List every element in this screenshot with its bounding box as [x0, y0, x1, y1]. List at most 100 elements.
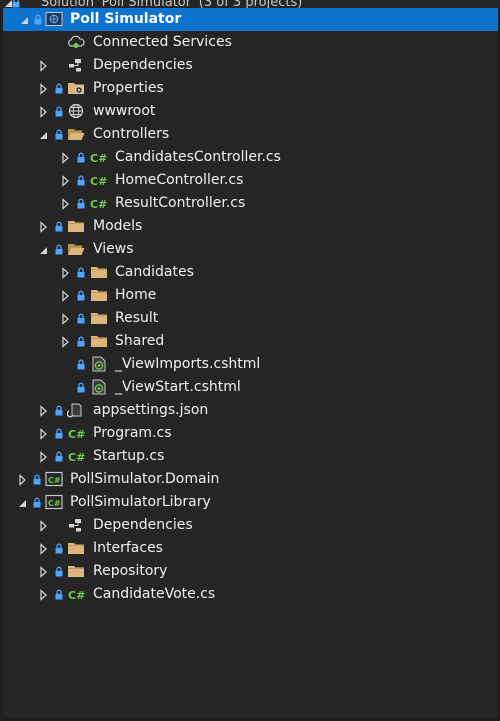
tree-item-candidate-vote[interactable]: CandidateVote.cs [3, 583, 498, 606]
tree-item-home-folder[interactable]: Home [3, 284, 498, 307]
collapse-arrow-icon[interactable] [37, 244, 49, 256]
lock-icon [77, 336, 85, 347]
expand-arrow-icon[interactable] [37, 60, 49, 72]
folder-icon [90, 287, 108, 303]
folder-icon [90, 264, 108, 280]
expand-arrow-icon[interactable] [59, 175, 71, 187]
expand-arrow-icon[interactable] [59, 336, 71, 348]
expand-arrow-icon[interactable] [59, 290, 71, 302]
tree-item-view-imports[interactable]: _ViewImports.cshtml [3, 353, 498, 376]
tree-item-label: Result [115, 310, 159, 326]
csharp-file-icon [68, 586, 86, 602]
csharp-file-icon [90, 195, 108, 211]
lock-icon [55, 543, 63, 554]
tree-item-library-dependencies[interactable]: Dependencies [3, 514, 498, 537]
tree-item-label: Candidates [115, 264, 194, 280]
expand-arrow-icon[interactable] [37, 589, 49, 601]
tree-item-label: Views [93, 241, 134, 257]
tree-item-program[interactable]: Program.cs [3, 422, 498, 445]
tree-item-label: CandidatesController.cs [115, 149, 281, 165]
csharp-file-icon [68, 425, 86, 441]
tree-item-candidates-folder[interactable]: Candidates [3, 261, 498, 284]
expand-arrow-icon[interactable] [37, 520, 49, 532]
tree-item-result-folder[interactable]: Result [3, 307, 498, 330]
open-folder-icon [67, 126, 85, 142]
lock-icon [55, 221, 63, 232]
dependencies-icon [67, 517, 85, 533]
collapse-arrow-icon[interactable] [18, 14, 30, 26]
tree-item-startup[interactable]: Startup.cs [3, 445, 498, 468]
tree-item-repository[interactable]: Repository [3, 560, 498, 583]
expand-arrow-icon[interactable] [37, 428, 49, 440]
lock-icon [77, 198, 85, 209]
tree-item-dependencies[interactable]: Dependencies [3, 54, 498, 77]
folder-icon [67, 540, 85, 556]
folder-icon [67, 218, 85, 234]
expand-arrow-icon[interactable] [37, 451, 49, 463]
tree-item-domain-project[interactable]: PollSimulator.Domain [3, 468, 498, 491]
tree-item-label: Controllers [93, 126, 170, 142]
expand-arrow-icon[interactable] [16, 474, 28, 486]
tree-item-models[interactable]: Models [3, 215, 498, 238]
expand-arrow-icon[interactable] [37, 405, 49, 417]
tree-item-controllers[interactable]: Controllers [3, 123, 498, 146]
csharp-file-icon [90, 172, 108, 188]
lock-icon [55, 428, 63, 439]
tree-item-label: Repository [93, 563, 168, 579]
collapse-arrow-icon[interactable] [16, 497, 28, 509]
expand-arrow-icon[interactable] [37, 566, 49, 578]
tree-item-label: wwwroot [93, 103, 156, 119]
tree-item-poll-simulator[interactable]: Poll Simulator [3, 8, 498, 31]
expand-arrow-icon[interactable] [59, 313, 71, 325]
tree-item-properties[interactable]: Properties [3, 77, 498, 100]
tree-item-label: PollSimulator.Domain [70, 471, 220, 487]
tree-item-library-project[interactable]: PollSimulatorLibrary [3, 491, 498, 514]
open-folder-icon [67, 241, 85, 257]
tree-item-appsettings[interactable]: appsettings.json [3, 399, 498, 422]
tree-item-view-start[interactable]: _ViewStart.cshtml [3, 376, 498, 399]
collapse-arrow-icon[interactable] [37, 129, 49, 141]
tree-item-views[interactable]: Views [3, 238, 498, 261]
lock-icon [33, 497, 41, 508]
lock-icon [55, 83, 63, 94]
expand-arrow-icon[interactable] [37, 543, 49, 555]
tree-item-label: PollSimulatorLibrary [70, 494, 211, 510]
lock-icon [77, 382, 85, 393]
tree-item-interfaces[interactable]: Interfaces [3, 537, 498, 560]
tree-item-result-controller[interactable]: ResultController.cs [3, 192, 498, 215]
tree-item-label: Program.cs [93, 425, 172, 441]
tree-item-label: Dependencies [93, 57, 193, 73]
csharp-project-icon [45, 494, 63, 510]
tree-item-label: ResultController.cs [115, 195, 246, 211]
expand-arrow-icon[interactable] [59, 267, 71, 279]
razor-file-icon [90, 379, 108, 395]
csharp-file-icon [90, 149, 108, 165]
lock-icon [55, 451, 63, 462]
expand-arrow-icon[interactable] [37, 83, 49, 95]
expand-arrow-icon[interactable] [59, 152, 71, 164]
expand-arrow-icon[interactable] [37, 106, 49, 118]
json-settings-icon [67, 402, 85, 418]
lock-icon [77, 152, 85, 163]
tree-item-shared-folder[interactable]: Shared [3, 330, 498, 353]
lock-icon [77, 290, 85, 301]
tree-item-label: Poll Simulator [70, 11, 182, 27]
web-project-icon [45, 11, 63, 27]
tree-item-label: HomeController.cs [115, 172, 244, 188]
tree-item-home-controller[interactable]: HomeController.cs [3, 169, 498, 192]
tree-item-label: Properties [93, 80, 164, 96]
dependencies-icon [67, 57, 85, 73]
expand-arrow-icon[interactable] [59, 198, 71, 210]
folder-icon [90, 310, 108, 326]
lock-icon [55, 244, 63, 255]
expand-arrow-icon[interactable] [37, 221, 49, 233]
csharp-file-icon [68, 448, 86, 464]
tree-item-candidates-controller[interactable]: CandidatesController.cs [3, 146, 498, 169]
tree-item-connected-services[interactable]: Connected Services [3, 31, 498, 54]
tree-item-label: Interfaces [93, 540, 163, 556]
tree-item-label: Connected Services [93, 34, 232, 50]
tree-item-wwwroot[interactable]: wwwroot [3, 100, 498, 123]
globe-icon [67, 103, 85, 119]
tree-item-label: _ViewStart.cshtml [115, 379, 241, 395]
tree-item-label: Models [93, 218, 143, 234]
